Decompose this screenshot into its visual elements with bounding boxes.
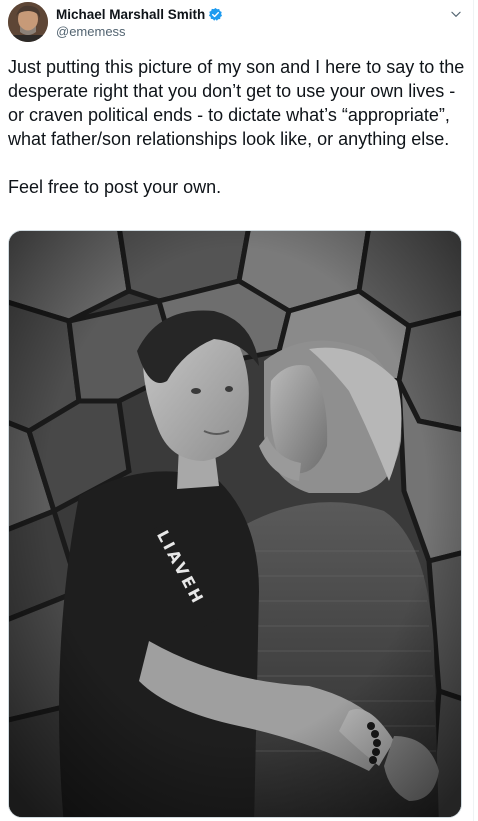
author-handle[interactable]: @ememess (56, 24, 223, 39)
author-info: Michael Marshall Smith @ememess (56, 5, 223, 39)
tweet-text: Just putting this picture of my son and … (8, 57, 465, 197)
tweet-photo[interactable]: LIAVEH (8, 230, 462, 818)
author-display-name[interactable]: Michael Marshall Smith (56, 7, 205, 22)
verified-badge-icon (208, 7, 223, 22)
chevron-down-icon[interactable] (446, 4, 466, 24)
name-row: Michael Marshall Smith (56, 5, 223, 23)
column-divider (473, 0, 474, 821)
tweet: Michael Marshall Smith @ememess Just put… (0, 0, 478, 821)
author-avatar[interactable] (8, 2, 48, 42)
